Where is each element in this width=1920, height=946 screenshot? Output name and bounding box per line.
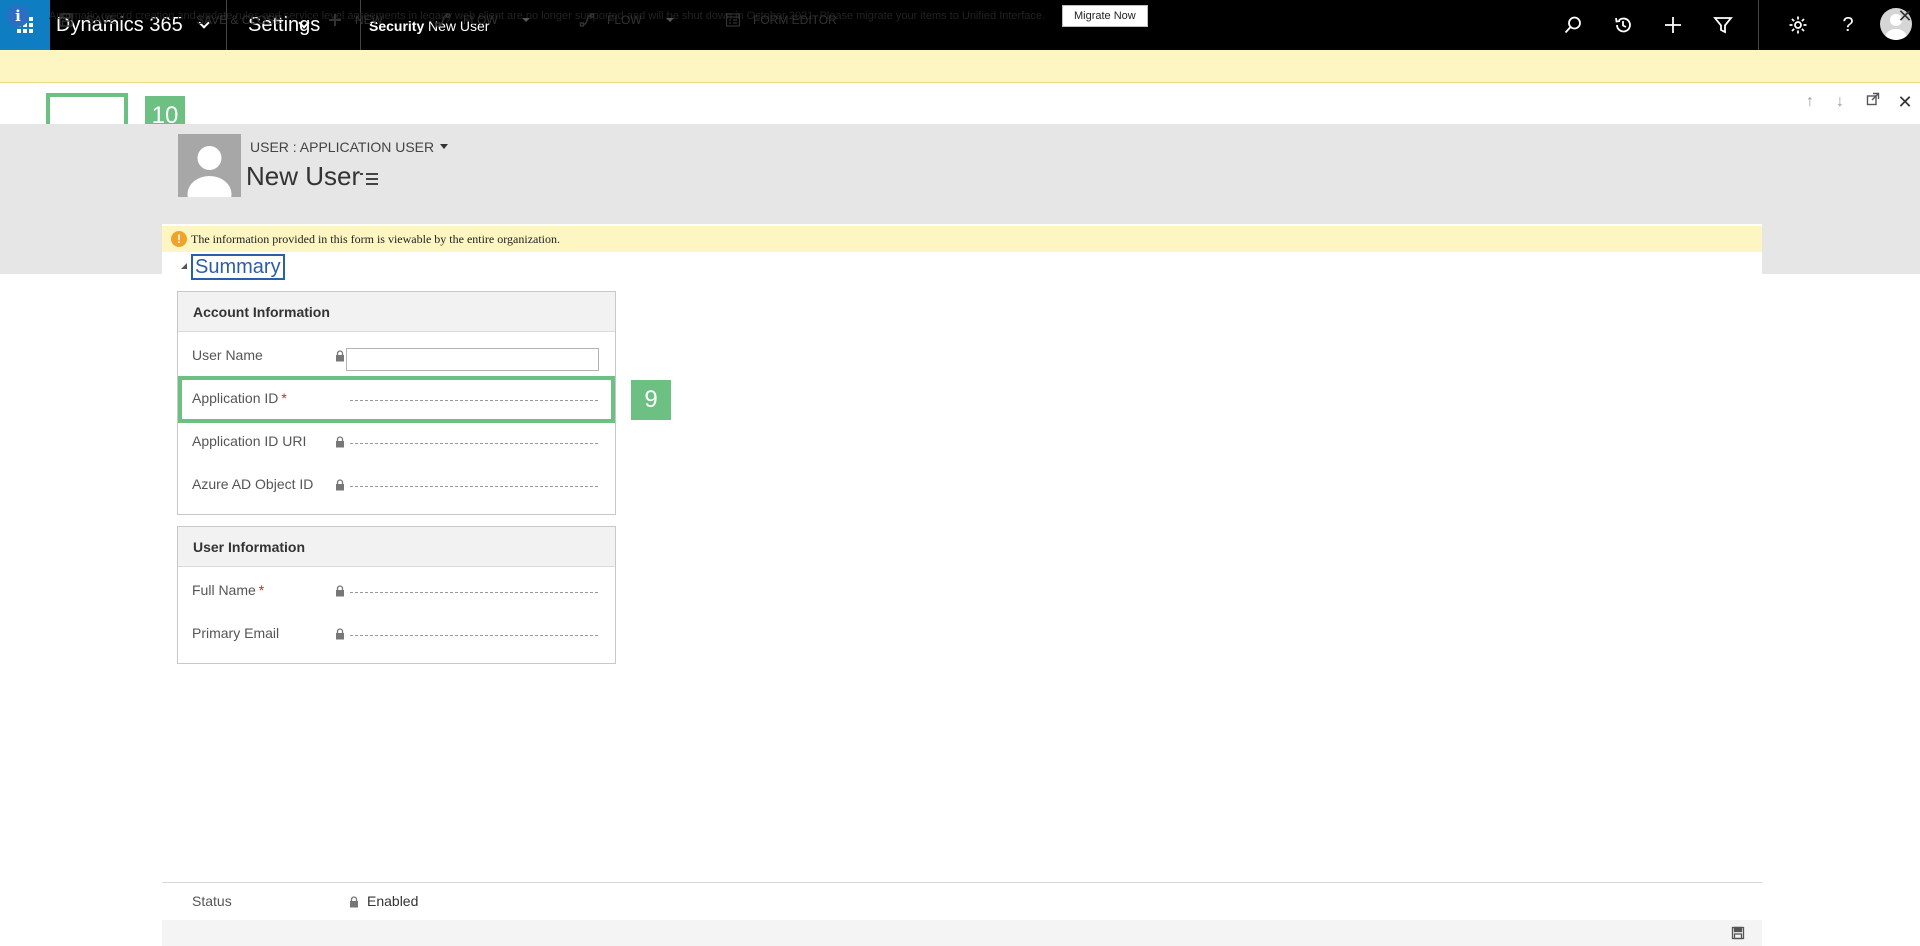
lock-icon [336, 628, 344, 640]
required-marker: * [258, 582, 265, 598]
filter-icon[interactable] [1708, 10, 1738, 40]
form-editor-label: FORM EDITOR [753, 13, 837, 27]
form-notification-text: The information provided in this form is… [191, 232, 561, 246]
menu-icon[interactable] [360, 172, 378, 186]
application-id-uri-label: Application ID URI [192, 433, 307, 449]
form-editor-button[interactable]: FORM EDITOR [725, 0, 837, 40]
info-icon: i [7, 5, 29, 27]
new-button[interactable]: NEW [327, 0, 383, 40]
application-id-uri-field [350, 443, 598, 444]
command-bar [0, 84, 1920, 124]
lock-icon [336, 436, 344, 448]
gear-icon[interactable] [1783, 10, 1813, 40]
status-label: Status [192, 893, 232, 909]
record-avatar[interactable] [178, 134, 241, 197]
entity-type-label: USER : APPLICATION USER [250, 139, 435, 155]
save-icon [59, 13, 73, 27]
user-name-input[interactable] [346, 348, 599, 371]
application-id-highlight [178, 376, 615, 423]
arrow-down-icon[interactable]: ↓ [1830, 92, 1850, 112]
divider [1758, 0, 1759, 50]
azure-ad-object-id-label: Azure AD Object ID [192, 476, 314, 492]
flow-button-1[interactable]: FLOW [435, 0, 530, 40]
form-selector[interactable]: USER : APPLICATION USER [250, 139, 449, 155]
section-title: Account Information [178, 292, 615, 332]
save-close-button[interactable]: SAVE & CLOSE [196, 0, 282, 40]
primary-email-field [350, 635, 598, 636]
full-name-field [350, 592, 598, 593]
popout-icon[interactable] [1863, 92, 1883, 112]
status-value: Enabled [367, 893, 419, 909]
new-label: NEW [355, 13, 383, 27]
full-name-label: Full Name * [192, 582, 265, 598]
flow-label: FLOW [463, 13, 498, 27]
caret-down-icon[interactable] [440, 144, 449, 149]
save-label: SAVE [86, 13, 118, 27]
save-icon[interactable] [1731, 926, 1745, 940]
primary-email-label: Primary Email [192, 625, 280, 641]
flow-icon [435, 13, 451, 27]
footer-bar [162, 920, 1762, 946]
form-editor-icon [725, 13, 741, 27]
plus-icon [329, 14, 341, 26]
flow-button-2[interactable]: FLOW [579, 0, 674, 40]
tab-summary[interactable]: Summary [191, 254, 285, 280]
flow-icon [579, 13, 595, 27]
close-form-icon[interactable]: ✕ [1895, 92, 1915, 112]
migrate-now-button[interactable]: Migrate Now [1062, 5, 1148, 27]
user-name-label: User Name [192, 347, 263, 363]
close-icon[interactable]: ✕ [1895, 6, 1915, 26]
help-icon[interactable]: ? [1833, 10, 1863, 40]
lock-icon [350, 896, 358, 908]
lock-icon [336, 585, 344, 597]
warning-icon: ! [171, 231, 187, 247]
collapse-triangle-icon[interactable] [181, 263, 187, 269]
lock-icon [336, 479, 344, 491]
flow-label: FLOW [607, 13, 642, 27]
azure-ad-object-id-field [350, 486, 598, 487]
record-title: New User [246, 161, 361, 191]
save-button[interactable]: SAVE [58, 0, 117, 40]
footer-divider [162, 882, 1762, 883]
section-title: User Information [178, 527, 615, 567]
add-icon[interactable] [1658, 10, 1688, 40]
lock-icon [336, 350, 344, 362]
save-close-label: SAVE & CLOSE [196, 13, 283, 27]
caret-down-icon[interactable] [521, 18, 530, 22]
step-badge-9: 9 [631, 380, 671, 420]
caret-down-icon[interactable] [665, 18, 674, 22]
arrow-up-icon[interactable]: ↑ [1800, 92, 1820, 112]
search-icon[interactable] [1558, 10, 1588, 40]
notification-banner [0, 50, 1920, 83]
recent-icon[interactable] [1608, 10, 1638, 40]
